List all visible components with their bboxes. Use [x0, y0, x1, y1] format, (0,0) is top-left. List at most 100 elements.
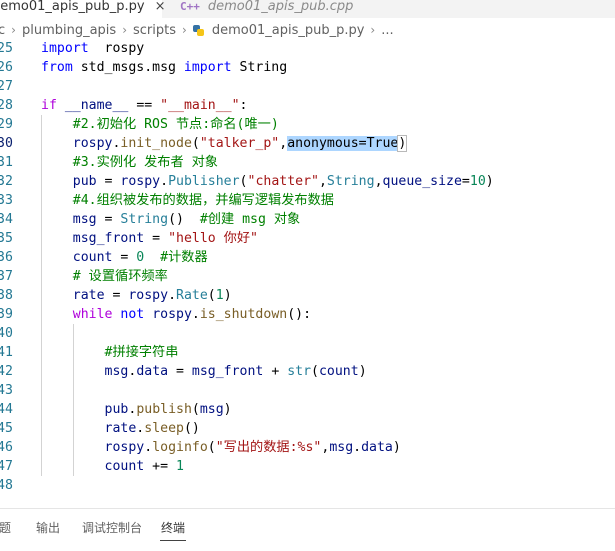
code-token: =	[112, 250, 137, 265]
code-line[interactable]: 33 #4.组织被发布的数据，并编写逻辑发布数据	[0, 191, 615, 210]
code-line[interactable]: 44 pub.publish(msg)	[0, 400, 615, 419]
code-token: .	[191, 307, 200, 322]
line-number: 25	[0, 42, 13, 56]
code-token: rospy	[120, 174, 161, 189]
code-line[interactable]: 30 rospy.init_node("talker_p",anonymous=…	[0, 134, 615, 153]
code-token: =	[168, 364, 192, 379]
code-token: rospy	[88, 42, 145, 56]
code-line[interactable]: 29 #2.初始化 ROS 节点:命名(唯一)	[0, 115, 615, 134]
code-token: "chatter"	[247, 174, 319, 189]
code-token: ,	[279, 136, 288, 151]
code-token: 1	[215, 288, 224, 303]
code-editor[interactable]: 25 import rospy 26 from std_msgs.msg import…	[0, 42, 615, 505]
code-token: :	[239, 98, 248, 113]
matching-bracket: )	[397, 135, 408, 152]
code-line[interactable]: 41 #拼接字符串	[0, 343, 615, 362]
code-line[interactable]: 34 msg = String() #创建 msg 对象	[0, 210, 615, 229]
indent-guide	[73, 324, 74, 476]
breadcrumb-item-scripts[interactable]: scripts	[133, 23, 176, 38]
code-token: import	[41, 42, 89, 56]
code-token: # 设置循环频率	[72, 269, 168, 284]
line-number: 27	[0, 79, 13, 94]
tab-debug-console[interactable]: 调试控制台	[82, 519, 142, 536]
code-token: ,	[374, 174, 383, 189]
code-line[interactable]: 40	[0, 324, 615, 343]
line-number: 31	[0, 155, 13, 170]
code-token: .	[353, 440, 362, 455]
code-line[interactable]: 46 rospy.loginfo("写出的数据:%s",msg.data)	[0, 438, 615, 457]
code-line[interactable]: 48	[0, 476, 615, 495]
tab-terminal[interactable]: 终端	[161, 519, 185, 536]
code-token: queue_size	[382, 174, 462, 189]
code-line[interactable]: 27	[0, 77, 615, 96]
python-file-icon	[192, 24, 204, 36]
code-line[interactable]: 37 # 设置循环频率	[0, 267, 615, 286]
code-token: #2.初始化 ROS 节点:命名(唯一)	[72, 117, 279, 132]
code-token: msg_front	[191, 364, 264, 379]
code-line[interactable]: 43	[0, 381, 615, 400]
breadcrumb: c › plumbing_apis › scripts › demo01_api…	[0, 18, 615, 42]
code-line[interactable]: 42 msg.data = msg_front + str(count)	[0, 362, 615, 381]
code-token: is_shutdown	[199, 307, 288, 322]
tab-demo01-apis-pub-cpp[interactable]: C++ demo01_apis_pub.cpp	[170, 0, 370, 18]
code-token: #创建 msg 对象	[199, 212, 301, 227]
code-line[interactable]: 31 #3.实例化 发布者 对象	[0, 153, 615, 172]
code-token: )	[223, 288, 232, 303]
code-token: +	[263, 364, 288, 379]
code-token: (	[239, 174, 248, 189]
code-token: ()	[168, 212, 200, 227]
code-line[interactable]: 26 from std_msgs.msg import String	[0, 58, 615, 77]
breadcrumb-separator: ›	[182, 23, 187, 37]
code-token: import	[183, 60, 232, 75]
breadcrumb-item-file[interactable]: demo01_apis_pub_p.py	[212, 23, 365, 38]
breadcrumb-item-root[interactable]: c	[0, 23, 5, 38]
code-token: ==	[128, 98, 161, 113]
tab-demo01-apis-pub-p-py[interactable]: demo01_apis_pub_p.py ×	[0, 0, 166, 18]
code-token: data	[361, 440, 393, 455]
code-text: msg = String() #创建 msg 对象	[41, 210, 300, 229]
code-token: ()	[183, 421, 200, 436]
code-line[interactable]: 39 while not rospy.is_shutdown():	[0, 305, 615, 324]
code-line[interactable]: 47 count += 1	[0, 457, 615, 476]
code-token: msg	[329, 440, 354, 455]
code-token: (	[191, 136, 200, 151]
code-token: "talker_p"	[199, 136, 280, 151]
code-line[interactable]: 38 rate = rospy.Rate(1)	[0, 286, 615, 305]
line-number: 45	[0, 421, 13, 436]
line-number: 38	[0, 288, 13, 303]
panel-tab-bar: 题 输出 调试控制台 终端	[0, 509, 615, 551]
tab-problems[interactable]: 题	[0, 519, 11, 536]
breadcrumb-separator: ›	[370, 23, 376, 37]
code-line[interactable]: 28 if __name__ == "__main__":	[0, 96, 615, 115]
breadcrumb-item-symbols[interactable]: ...	[381, 23, 393, 38]
code-token: .	[160, 174, 169, 189]
breadcrumb-item-plumbing-apis[interactable]: plumbing_apis	[22, 23, 116, 38]
line-number: 44	[0, 402, 13, 417]
code-token: sleep	[144, 421, 184, 436]
active-tab-indicator	[160, 540, 186, 541]
code-token: #3.实例化 发布者 对象	[72, 155, 218, 170]
code-token: from	[41, 60, 73, 75]
code-token: str	[287, 364, 312, 379]
code-line[interactable]: 36 count = 0 #计数器	[0, 248, 615, 267]
text-cursor	[406, 135, 408, 151]
code-line[interactable]: 32 pub = rospy.Publisher("chatter",Strin…	[0, 172, 615, 191]
code-token: not	[120, 307, 145, 322]
code-text: pub.publish(msg)	[41, 400, 232, 419]
tab-output[interactable]: 输出	[36, 519, 60, 536]
code-line[interactable]: 45 rate.sleep()	[0, 419, 615, 438]
code-token: pub	[72, 174, 97, 189]
code-line[interactable]: 35 msg_front = "hello 你好"	[0, 229, 615, 248]
code-text: #2.初始化 ROS 节点:命名(唯一)	[41, 115, 279, 134]
code-token: "hello 你好"	[168, 231, 258, 246]
code-token: )	[358, 364, 367, 379]
close-icon[interactable]: ×	[155, 0, 166, 14]
code-token: .	[168, 288, 177, 303]
code-text: #4.组织被发布的数据，并编写逻辑发布数据	[41, 191, 334, 210]
code-line[interactable]: 25 import rospy	[0, 42, 615, 58]
